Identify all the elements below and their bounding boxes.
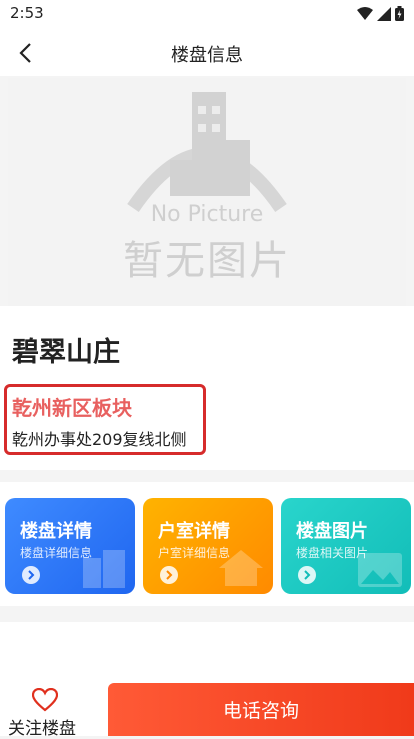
project-name: 碧翠山庄 <box>12 337 120 368</box>
card-title: 楼盘详情 <box>20 521 92 542</box>
call-consult-button[interactable]: 电话咨询 <box>108 683 414 736</box>
nav-bar: 楼盘信息 <box>0 30 414 76</box>
card-project-photos[interactable]: 楼盘图片 楼盘相关图片 <box>281 498 411 594</box>
page-title: 楼盘信息 <box>171 45 243 66</box>
card-title: 户室详情 <box>158 521 230 542</box>
card-unit-details[interactable]: 户室详情 户室详细信息 <box>143 498 273 594</box>
favorite-button[interactable]: 关注楼盘 <box>8 684 84 739</box>
chevron-right-icon <box>298 566 316 584</box>
bottom-bar: 关注楼盘 电话咨询 <box>0 622 414 739</box>
chevron-right-icon <box>160 566 178 584</box>
building-icon <box>83 550 125 588</box>
favorite-label: 关注楼盘 <box>8 719 76 739</box>
image-icon <box>358 553 402 587</box>
card-title: 楼盘图片 <box>296 521 368 542</box>
feature-cards: 楼盘详情 楼盘详细信息 户室详情 户室详细信息 楼盘图片 楼盘相关图片 <box>0 482 414 606</box>
battery-icon <box>395 6 404 21</box>
project-info: 碧翠山庄 乾州新区板块 乾州办事处209复线北侧 <box>0 306 414 470</box>
address-label: 乾州办事处209复线北侧 <box>12 430 187 449</box>
card-project-details[interactable]: 楼盘详情 楼盘详细信息 <box>5 498 135 594</box>
status-bar: 2:53 <box>0 0 414 30</box>
chevron-right-icon <box>22 566 40 584</box>
status-icons <box>357 6 404 21</box>
house-icon <box>219 550 263 586</box>
district-label: 乾州新区板块 <box>12 396 132 420</box>
no-picture-cn-text: 暂无图片 <box>123 238 291 284</box>
signal-icon <box>377 6 391 21</box>
no-picture-text: No Picture <box>150 202 264 227</box>
property-photo[interactable]: No Picture 暂无图片 <box>8 78 406 306</box>
heart-icon <box>32 688 58 712</box>
wifi-icon <box>357 6 373 20</box>
status-time: 2:53 <box>10 4 44 22</box>
